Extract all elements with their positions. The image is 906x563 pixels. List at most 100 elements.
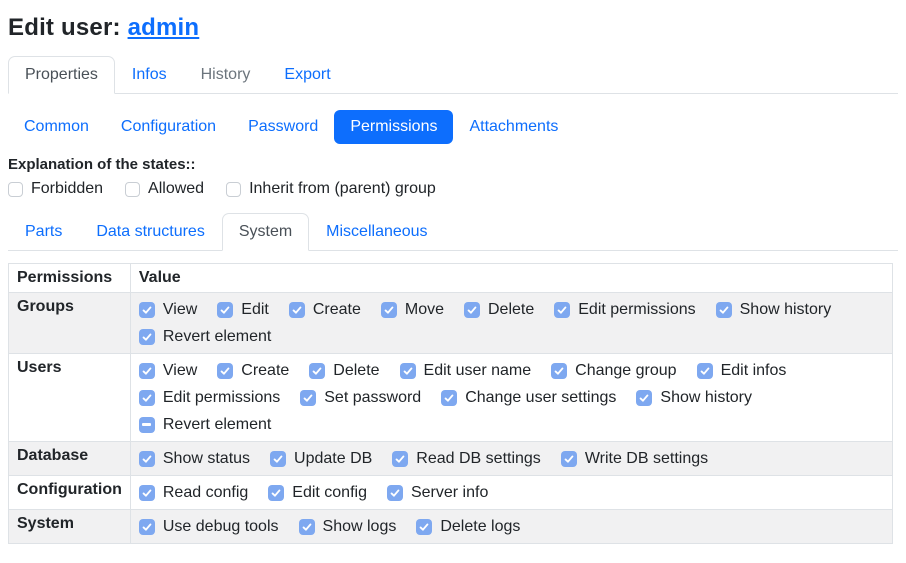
- page-title-text: Edit user:: [8, 14, 128, 41]
- permission-checkbox-item: Edit config: [268, 482, 367, 503]
- section-pill[interactable]: Password: [232, 110, 334, 144]
- permission-row-values: Read config Edit config: [130, 476, 892, 510]
- permission-item-label: Show history: [740, 301, 832, 319]
- check-icon: [219, 365, 231, 377]
- main-tab[interactable]: Export: [267, 56, 347, 94]
- permission-checkbox-item: Delete: [309, 360, 379, 381]
- main-tab[interactable]: Properties: [8, 56, 115, 94]
- section-pill[interactable]: Attachments: [453, 110, 574, 144]
- checkbox-icon[interactable]: [416, 519, 432, 535]
- checkbox-icon[interactable]: [400, 363, 416, 379]
- permission-tab-label: Miscellaneous: [326, 223, 427, 240]
- permission-row-label: Groups: [9, 293, 131, 354]
- legend-checkbox-item: Inherit from (parent) group: [226, 180, 436, 198]
- permission-tab-label: System: [239, 223, 292, 240]
- checkbox-icon[interactable]: [300, 390, 316, 406]
- checkbox-icon[interactable]: [636, 390, 652, 406]
- permission-item-label: Set password: [324, 389, 421, 407]
- section-pill-label: Attachments: [469, 118, 558, 135]
- checkbox-icon[interactable]: [289, 302, 305, 318]
- section-pill-label: Common: [24, 118, 89, 135]
- permission-item-label: Update DB: [294, 450, 372, 468]
- permission-tab-label: Data structures: [96, 223, 204, 240]
- checkbox-icon[interactable]: [139, 417, 155, 433]
- permission-checkbox-item: Show status: [139, 448, 250, 469]
- permission-row-label: Users: [9, 354, 131, 442]
- permission-tab[interactable]: Miscellaneous: [309, 213, 444, 251]
- permission-checkbox-item: Write DB settings: [561, 448, 708, 469]
- check-icon: [383, 304, 395, 316]
- checkbox-icon[interactable]: [217, 302, 233, 318]
- checkbox-icon[interactable]: [554, 302, 570, 318]
- permission-checkbox-item: Update DB: [270, 448, 372, 469]
- check-icon: [402, 365, 414, 377]
- permission-item-label: Write DB settings: [585, 450, 708, 468]
- permission-tab-label: Parts: [25, 223, 62, 240]
- permission-row-values: View Create: [130, 354, 892, 442]
- permission-checkbox-item: Change group: [551, 360, 676, 381]
- checkbox-icon[interactable]: [441, 390, 457, 406]
- username-link[interactable]: admin: [128, 14, 200, 41]
- permission-tab[interactable]: Data structures: [79, 213, 221, 251]
- checkbox-icon[interactable]: [139, 451, 155, 467]
- permission-items: Use debug tools Show logs: [139, 515, 884, 538]
- checkbox-icon[interactable]: [139, 390, 155, 406]
- permission-item-label: Revert element: [163, 328, 272, 346]
- permission-row: System Use debug tools: [9, 510, 893, 544]
- table-header-row: Permissions Value: [9, 264, 893, 293]
- permission-item-label: Server info: [411, 484, 488, 502]
- permission-item-label: Revert element: [163, 416, 272, 434]
- checkbox-icon[interactable]: [716, 302, 732, 318]
- main-tab-bar: Properties Infos History Export: [8, 56, 898, 94]
- checkbox-icon[interactable]: [125, 182, 140, 197]
- checkbox-icon[interactable]: [392, 451, 408, 467]
- check-icon: [699, 365, 711, 377]
- permission-tab[interactable]: System: [222, 213, 309, 251]
- section-pill[interactable]: Common: [8, 110, 105, 144]
- permission-row: Groups View: [9, 293, 893, 354]
- checkbox-icon[interactable]: [139, 363, 155, 379]
- checkbox-icon[interactable]: [139, 302, 155, 318]
- table-header-permissions: Permissions: [9, 264, 131, 293]
- permission-item-label: Delete: [333, 362, 379, 380]
- section-pill-label: Configuration: [121, 118, 216, 135]
- permission-checkbox-item: Read config: [139, 482, 248, 503]
- permission-items: Read config Edit config: [139, 481, 884, 504]
- checkbox-icon[interactable]: [309, 363, 325, 379]
- checkbox-icon[interactable]: [270, 451, 286, 467]
- section-pill[interactable]: Permissions: [334, 110, 453, 144]
- main-tab[interactable]: Infos: [115, 56, 184, 94]
- permission-item-label: Edit permissions: [163, 389, 280, 407]
- checkbox-icon[interactable]: [139, 485, 155, 501]
- checkbox-icon[interactable]: [561, 451, 577, 467]
- checkbox-icon[interactable]: [464, 302, 480, 318]
- checkbox-icon[interactable]: [8, 182, 23, 197]
- checkbox-icon[interactable]: [697, 363, 713, 379]
- checkbox-icon[interactable]: [299, 519, 315, 535]
- check-icon: [141, 331, 153, 343]
- section-pill[interactable]: Configuration: [105, 110, 232, 144]
- main-tab[interactable]: History: [184, 56, 268, 94]
- checkbox-icon[interactable]: [268, 485, 284, 501]
- check-icon: [311, 365, 323, 377]
- permission-item-label: Edit permissions: [578, 301, 695, 319]
- check-icon: [141, 487, 153, 499]
- check-icon: [141, 521, 153, 533]
- permission-row-label: Configuration: [9, 476, 131, 510]
- main-tab-label: History: [201, 66, 251, 83]
- checkbox-icon[interactable]: [139, 329, 155, 345]
- checkbox-icon[interactable]: [139, 519, 155, 535]
- check-icon: [556, 304, 568, 316]
- checkbox-icon[interactable]: [551, 363, 567, 379]
- permission-tab[interactable]: Parts: [8, 213, 79, 251]
- permission-checkbox-item: Edit user name: [400, 360, 532, 381]
- permission-item-label: Change user settings: [465, 389, 616, 407]
- checkbox-icon[interactable]: [226, 182, 241, 197]
- checkbox-icon[interactable]: [381, 302, 397, 318]
- checkbox-icon[interactable]: [387, 485, 403, 501]
- permission-checkbox-item: Show history: [636, 387, 752, 408]
- checkbox-icon[interactable]: [217, 363, 233, 379]
- main-tab-label: Properties: [25, 66, 98, 83]
- permission-item-label: Show status: [163, 450, 250, 468]
- check-icon: [718, 304, 730, 316]
